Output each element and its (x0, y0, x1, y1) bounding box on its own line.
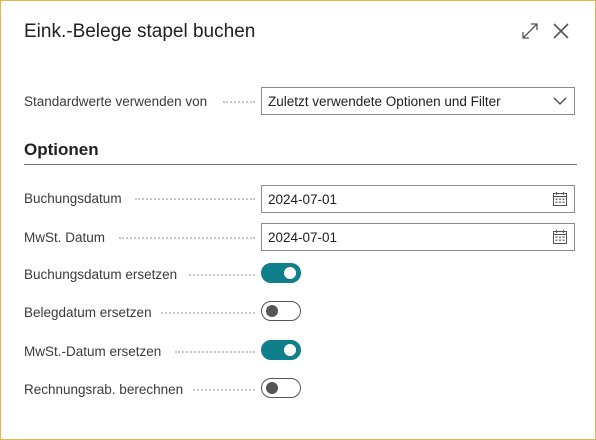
posting-date-input[interactable]: 2024-07-01 (261, 185, 575, 213)
leader-dots (161, 312, 255, 314)
replace-document-date-toggle[interactable] (261, 301, 301, 321)
replace-document-date-label: Belegdatum ersetzen (24, 304, 152, 320)
vat-date-value: 2024-07-01 (268, 229, 338, 245)
calc-invoice-discount-toggle[interactable] (261, 378, 301, 398)
options-heading: Optionen (24, 140, 99, 159)
leader-dots (119, 237, 255, 239)
replace-vat-date-toggle[interactable] (261, 340, 301, 360)
defaults-label: Standardwerte verwenden von (24, 93, 208, 109)
posting-date-label: Buchungsdatum (24, 190, 122, 206)
replace-posting-date-row: Buchungsdatum ersetzen (24, 259, 177, 289)
section-divider (24, 164, 577, 165)
defaults-row: Standardwerte verwenden von (24, 86, 207, 116)
leader-dots (175, 351, 255, 353)
calendar-icon[interactable] (552, 229, 568, 245)
dialog-title: Eink.-Belege stapel buchen (24, 21, 256, 42)
replace-posting-date-label: Buchungsdatum ersetzen (24, 266, 178, 282)
leader-dots (189, 274, 255, 276)
vat-date-row: MwSt. Datum (24, 222, 105, 252)
toggle-knob (284, 344, 296, 356)
leader-dots (135, 198, 255, 200)
leader-dots (193, 389, 255, 391)
toggle-knob (284, 267, 296, 279)
replace-vat-date-label: MwSt.-Datum ersetzen (24, 343, 162, 359)
replace-posting-date-toggle[interactable] (261, 263, 301, 283)
posting-date-row: Buchungsdatum (24, 183, 122, 213)
expand-icon[interactable] (518, 19, 542, 43)
defaults-select[interactable]: Zuletzt verwendete Optionen und Filter (261, 87, 575, 115)
replace-vat-date-row: MwSt.-Datum ersetzen (24, 336, 161, 366)
leader-dots (223, 101, 255, 103)
calc-invoice-discount-row: Rechnungsrab. berechnen (24, 374, 183, 404)
posting-date-value: 2024-07-01 (268, 191, 338, 207)
vat-date-label: MwSt. Datum (24, 229, 106, 245)
dialog: Eink.-Belege stapel buchen Standardwerte… (0, 0, 596, 440)
vat-date-input[interactable]: 2024-07-01 (261, 223, 575, 251)
defaults-select-value: Zuletzt verwendete Optionen und Filter (268, 93, 501, 109)
toggle-knob (266, 305, 278, 317)
chevron-down-icon (552, 93, 568, 109)
close-icon[interactable] (549, 19, 573, 43)
calendar-icon[interactable] (552, 191, 568, 207)
toggle-knob (266, 382, 278, 394)
calc-invoice-discount-label: Rechnungsrab. berechnen (24, 381, 184, 397)
replace-document-date-row: Belegdatum ersetzen (24, 297, 152, 327)
